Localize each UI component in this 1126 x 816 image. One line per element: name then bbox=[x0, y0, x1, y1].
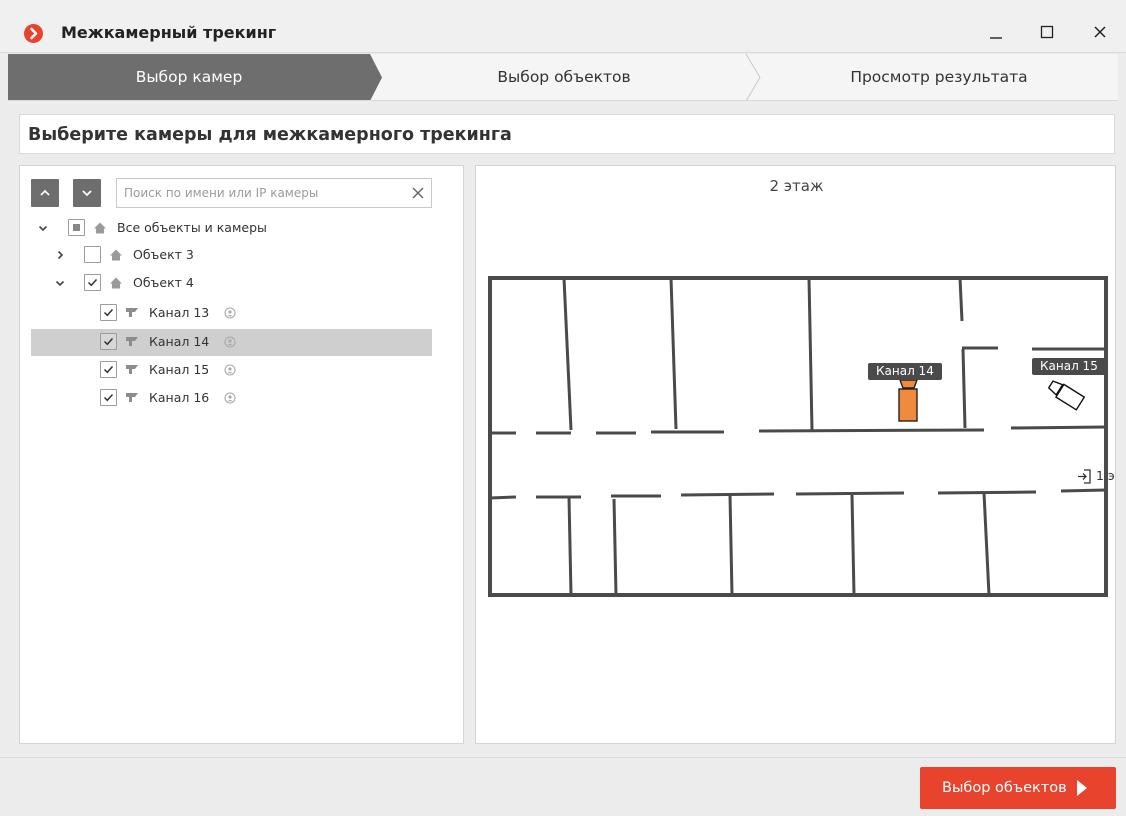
search-box bbox=[116, 178, 432, 208]
tree-item-channel-13[interactable]: Канал 13 bbox=[31, 300, 432, 327]
checkbox-checked[interactable] bbox=[100, 389, 117, 406]
step-select-cameras[interactable]: Выбор камер bbox=[8, 54, 370, 101]
title-bar: Межкамерный трекинг bbox=[0, 0, 1126, 53]
chevron-down-icon[interactable] bbox=[53, 276, 67, 290]
tree-item-channel-16[interactable]: Канал 16 bbox=[31, 385, 432, 412]
outer-wall bbox=[488, 276, 1108, 597]
heading-box: Выберите камеры для межкамерного трекинг… bbox=[19, 114, 1115, 154]
checkbox-checked[interactable] bbox=[100, 361, 117, 378]
home-icon bbox=[109, 276, 123, 290]
tree-item-channel-15[interactable]: Канал 15 bbox=[31, 357, 432, 384]
camera-channel-15-marker bbox=[1047, 380, 1086, 411]
collapse-up-button[interactable] bbox=[31, 179, 59, 207]
camera-icon bbox=[125, 363, 139, 377]
checkbox-partial[interactable] bbox=[68, 219, 85, 236]
page-heading: Выберите камеры для межкамерного трекинг… bbox=[28, 125, 512, 145]
camera-icon bbox=[125, 335, 139, 349]
expand-down-button[interactable] bbox=[73, 179, 101, 207]
floor-link-label: 1 эта bbox=[1096, 468, 1115, 483]
clear-search-icon[interactable] bbox=[411, 186, 425, 200]
checkbox-checked[interactable] bbox=[100, 333, 117, 350]
home-icon bbox=[93, 221, 107, 235]
corridor-wall-lower bbox=[489, 488, 1107, 500]
checkbox-unchecked[interactable] bbox=[84, 246, 101, 263]
tracking-icon bbox=[223, 363, 237, 377]
floor-link[interactable]: 1 эта bbox=[1077, 468, 1115, 486]
next-step-button[interactable]: Выбор объектов bbox=[920, 767, 1116, 809]
search-input[interactable] bbox=[117, 179, 397, 207]
play-arrow-icon bbox=[1076, 780, 1088, 796]
app-logo-icon bbox=[24, 24, 43, 43]
tree-item-label: Канал 16 bbox=[149, 390, 210, 405]
tree-item-label: Объект 4 bbox=[133, 275, 194, 290]
step-view-result[interactable]: Просмотр результата bbox=[760, 54, 1118, 101]
camera-tree-panel: Все объекты и камеры Объект 3 Объект 4 bbox=[19, 165, 464, 744]
camera-icon bbox=[125, 391, 139, 405]
tracking-icon bbox=[223, 306, 237, 320]
corridor-wall-upper bbox=[490, 425, 1107, 435]
tree-item-object-4[interactable]: Объект 4 bbox=[31, 270, 432, 297]
tree-item-label: Канал 13 bbox=[149, 305, 210, 320]
next-step-label: Выбор объектов bbox=[942, 780, 1067, 796]
checkbox-checked[interactable] bbox=[84, 274, 101, 291]
minimize-button[interactable] bbox=[984, 21, 1010, 45]
wizard-stepper: Выбор камер Выбор объектов Просмотр резу… bbox=[8, 54, 1118, 101]
home-icon bbox=[109, 248, 123, 262]
floor-plan-map[interactable] bbox=[476, 166, 1116, 744]
tree-item-all[interactable]: Все объекты и камеры bbox=[31, 215, 432, 242]
chevron-right-icon[interactable] bbox=[53, 248, 67, 262]
tree-item-channel-14[interactable]: Канал 14 bbox=[31, 329, 432, 356]
floor-plan-panel: 2 этаж Канал 14 Канал 15 1 э bbox=[475, 165, 1116, 744]
tree-item-label: Все объекты и камеры bbox=[117, 220, 267, 235]
chevron-down-icon[interactable] bbox=[36, 221, 50, 235]
floor-enter-icon bbox=[1078, 469, 1091, 484]
lower-room-walls bbox=[567, 492, 991, 596]
tree-item-object-3[interactable]: Объект 3 bbox=[31, 242, 432, 269]
tracking-icon bbox=[223, 335, 237, 349]
tree-item-label: Канал 14 bbox=[149, 334, 210, 349]
camera-channel-14-marker bbox=[898, 379, 919, 422]
tree-item-label: Канал 15 bbox=[149, 362, 210, 377]
checkbox-checked[interactable] bbox=[100, 304, 117, 321]
window-title: Межкамерный трекинг bbox=[61, 23, 277, 42]
close-button[interactable] bbox=[1087, 21, 1113, 45]
upper-room-walls bbox=[562, 277, 1106, 431]
tracking-icon bbox=[223, 391, 237, 405]
camera-label-14[interactable]: Канал 14 bbox=[868, 363, 942, 380]
camera-icon bbox=[125, 306, 139, 320]
camera-label-15[interactable]: Канал 15 bbox=[1032, 358, 1106, 375]
tree-item-label: Объект 3 bbox=[133, 247, 194, 262]
step-select-objects[interactable]: Выбор объектов bbox=[382, 54, 746, 101]
maximize-button[interactable] bbox=[1034, 21, 1060, 45]
